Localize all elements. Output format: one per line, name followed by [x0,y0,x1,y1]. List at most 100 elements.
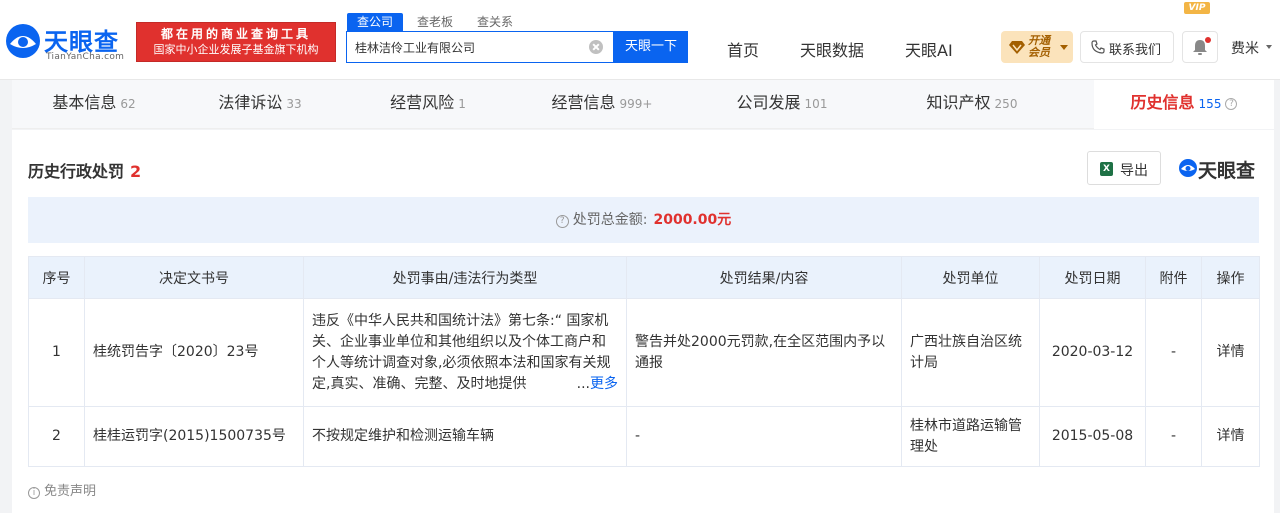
tab-label: 经营信息 [551,93,616,112]
vip-badge: VIP [1184,2,1210,14]
tab-count: 33 [286,97,302,111]
tianyancha-logo[interactable]: 天眼查 TianYanCha.com [4,20,132,64]
nav-tianyan-data[interactable]: 天眼数据 [800,37,864,61]
logo-eye-icon [6,24,40,58]
tab-label: 公司发展 [736,93,801,112]
tab-ip[interactable]: 知识产权 250 [872,80,1072,129]
contact-label: 联系我们 [1109,43,1162,58]
search-tab-boss[interactable]: 查老板 [407,13,463,31]
nav-home[interactable]: 首页 [727,37,759,61]
tab-label: 法律诉讼 [218,93,283,112]
cell-authority: 桂林市道路运输管理处 [901,406,1040,467]
detail-link[interactable]: 详情 [1201,406,1260,467]
help-icon[interactable]: ? [1225,98,1238,110]
cell-doc-no: 桂桂运罚字(2015)1500735号 [84,406,304,467]
vip-label: 开通会员 [1028,34,1050,59]
tab-count: 250 [994,97,1018,111]
help-icon[interactable]: ? [555,215,569,228]
info-icon: i [28,487,40,499]
table-row: 1 桂统罚告字〔2020〕23号 违反《中华人民共和国统计法》第七条:“ 国家机… [28,298,1260,407]
tab-legal[interactable]: 法律诉讼 33 [176,80,344,129]
tab-label: 知识产权 [926,93,991,112]
summary-amount: 2000.00元 [653,212,732,228]
cell-date: 2015-05-08 [1039,406,1146,467]
cell-index: 1 [28,298,85,407]
cell-reason: 不按规定维护和检测运输车辆 [303,406,627,467]
history-penalty-panel: 历史行政处罚 2 X 导出 天眼查 ? 处罚总金额: 2000.00元 序号 决定文书… [12,130,1274,513]
brand-text: 天眼查 [1198,160,1256,182]
penalty-summary: ? 处罚总金额: 2000.00元 [28,197,1259,243]
slogan-banner: 都在用的商业查询工具 国家中小企业发展子基金旗下机构 [136,22,336,62]
disclaimer-label: 免责声明 [44,484,97,499]
diamond-icon [1009,41,1025,54]
tab-count: 101 [804,97,828,111]
export-button[interactable]: X 导出 [1087,151,1161,185]
user-name[interactable]: 费米 [1231,38,1259,58]
export-label: 导出 [1120,163,1148,179]
nav-tianyan-ai[interactable]: 天眼AI [905,37,953,61]
section-count: 2 [130,162,142,181]
chevron-down-icon [1060,45,1068,50]
notification-button[interactable] [1182,31,1218,63]
tab-count: 999+ [619,97,653,111]
table-header-row: 序号 决定文书号 处罚事由/违法行为类型 处罚结果/内容 处罚单位 处罚日期 附… [28,256,1260,299]
search-button[interactable]: 天眼一下 [614,31,688,63]
more-link[interactable]: ...更多 [572,373,618,395]
cell-attachment: - [1145,406,1202,467]
vip-button[interactable]: 开通会员 [1001,31,1073,63]
tab-count: 1 [458,97,466,111]
tab-business[interactable]: 经营信息 999+ [512,80,692,129]
cell-index: 2 [28,406,85,467]
header-doc-no: 决定文书号 [84,256,304,299]
reason-text: 违反《中华人民共和国统计法》第七条:“ 国家机关、企业事业单位和其他组织以及个体… [312,312,611,392]
tab-label: 经营风险 [390,93,455,112]
cell-result: - [626,406,902,467]
table-row: 2 桂桂运罚字(2015)1500735号 不按规定维护和检测运输车辆 - 桂林… [28,406,1260,467]
notification-dot [1205,37,1211,43]
header-attachment: 附件 [1145,256,1202,299]
excel-icon: X [1100,162,1113,176]
header-result: 处罚结果/内容 [626,256,902,299]
search-tab-company[interactable]: 查公司 [347,13,404,31]
cell-authority: 广西壮族自治区统计局 [901,298,1040,407]
top-header: 天眼查 TianYanCha.com 都在用的商业查询工具 国家中小企业发展子基… [0,0,1280,80]
slogan-line-2: 国家中小企业发展子基金旗下机构 [153,43,319,56]
slogan-line-1: 都在用的商业查询工具 [160,27,311,41]
tab-risk[interactable]: 经营风险 1 [344,80,512,129]
search-tab-relation[interactable]: 查关系 [467,13,523,31]
section-title: 历史行政处罚 2 [28,158,141,182]
reason-text-clip: 违反《中华人民共和国统计法》第七条:“ 国家机关、企业事业单位和其他组织以及个体… [312,311,618,395]
header-authority: 处罚单位 [901,256,1040,299]
detail-link[interactable]: 详情 [1201,298,1260,407]
cell-date: 2020-03-12 [1039,298,1146,407]
logo-eye-icon [1179,159,1197,177]
cell-attachment: - [1145,298,1202,407]
cell-doc-no: 桂统罚告字〔2020〕23号 [84,298,304,407]
company-tab-bar: 基本信息 62 法律诉讼 33 经营风险 1 经营信息 999+ 公司发展 101 知识产… [12,80,1274,129]
search-box [346,31,614,63]
header-reason: 处罚事由/违法行为类型 [303,256,627,299]
search-input[interactable] [347,32,587,62]
contact-button[interactable]: 联系我们 [1080,31,1174,63]
tab-count: 155 [1198,97,1222,111]
summary-label: 处罚总金额: [572,212,648,228]
tab-label: 历史信息 [1130,93,1195,112]
tab-history[interactable]: 历史信息 155? [1094,80,1274,129]
cell-result: 警告并处2000元罚款,在全区范围内予以通报 [626,298,902,407]
logo-domain: TianYanCha.com [46,52,125,62]
tab-label: 基本信息 [52,93,117,112]
penalty-table: 序号 决定文书号 处罚事由/违法行为类型 处罚结果/内容 处罚单位 处罚日期 附… [28,256,1260,467]
brand-watermark-logo: 天眼查 [1178,156,1262,182]
tab-development[interactable]: 公司发展 101 [692,80,872,129]
disclaimer-link[interactable]: i 免责声明 [28,480,96,499]
header-date: 处罚日期 [1039,256,1146,299]
tab-count: 62 [120,97,136,111]
header-index: 序号 [28,256,85,299]
chevron-down-icon[interactable] [1266,45,1272,49]
header-action: 操作 [1201,256,1260,299]
cell-reason: 违反《中华人民共和国统计法》第七条:“ 国家机关、企业事业单位和其他组织以及个体… [303,298,627,407]
tab-basic-info[interactable]: 基本信息 62 [12,80,176,129]
clear-icon[interactable] [589,40,603,54]
search-type-tabs: 查公司 查老板 查关系 [347,13,527,31]
section-title-text: 历史行政处罚 [28,162,125,181]
